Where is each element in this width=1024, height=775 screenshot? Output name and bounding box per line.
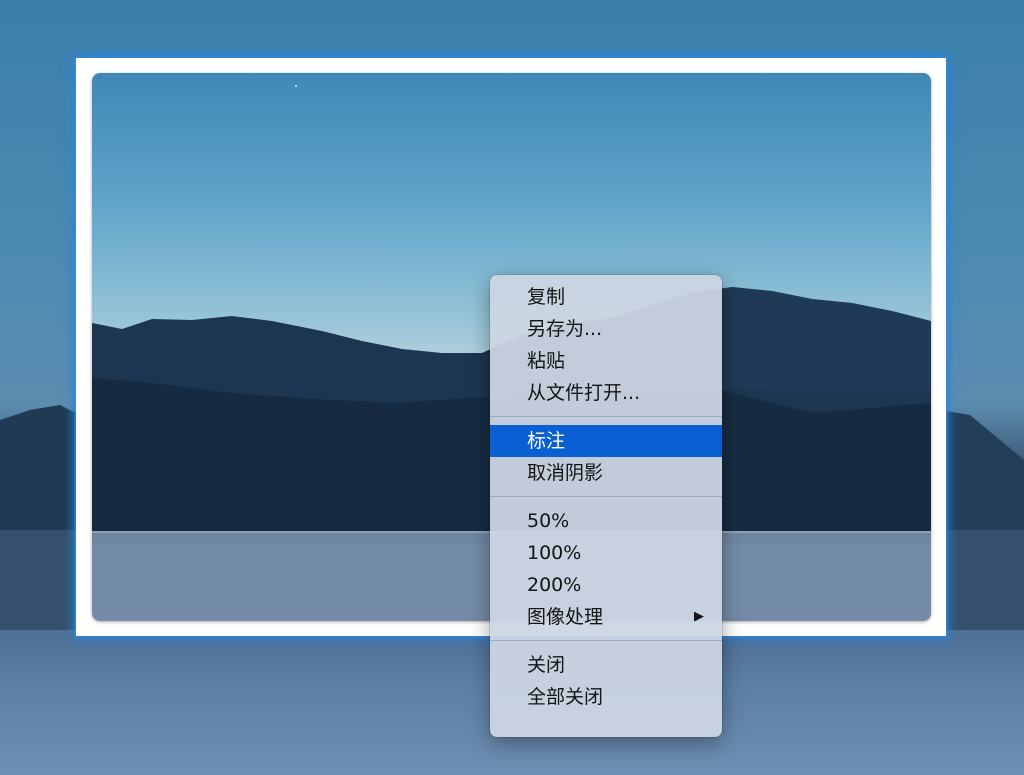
menu-item[interactable]: 复制 bbox=[490, 281, 722, 313]
menu-item[interactable]: 从文件打开... bbox=[490, 377, 722, 409]
menu-item[interactable]: 标注 bbox=[490, 425, 722, 457]
menu-item-label: 100% bbox=[527, 542, 582, 564]
menu-item[interactable]: 粘贴 bbox=[490, 345, 722, 377]
menu-item-label: 全部关闭 bbox=[527, 686, 604, 708]
menu-separator bbox=[490, 640, 722, 641]
menu-item[interactable]: 50% bbox=[490, 505, 722, 537]
triangle-right-icon: ▶ bbox=[694, 609, 704, 624]
menu-item-label: 取消阴影 bbox=[527, 462, 604, 484]
menu-separator bbox=[490, 416, 722, 417]
menu-item-label: 粘贴 bbox=[527, 350, 566, 372]
menu-item[interactable]: 取消阴影 bbox=[490, 457, 722, 489]
menu-item[interactable]: 100% bbox=[490, 537, 722, 569]
menu-item-label: 另存为... bbox=[527, 318, 603, 340]
menu-item-label: 标注 bbox=[527, 430, 566, 452]
menu-item[interactable]: 200% bbox=[490, 569, 722, 601]
menu-item-label: 关闭 bbox=[527, 654, 566, 676]
menu-item[interactable]: 另存为... bbox=[490, 313, 722, 345]
menu-item-label: 图像处理 bbox=[527, 606, 604, 628]
menu-item-label: 复制 bbox=[527, 286, 566, 308]
menu-separator bbox=[490, 496, 722, 497]
menu-item[interactable]: 全部关闭 bbox=[490, 681, 722, 713]
menu-item-label: 200% bbox=[527, 574, 582, 596]
menu-item-label: 从文件打开... bbox=[527, 382, 641, 404]
menu-item[interactable]: 关闭 bbox=[490, 649, 722, 681]
menu-item-label: 50% bbox=[527, 510, 570, 532]
menu-item[interactable]: 图像处理 ▶ bbox=[490, 601, 722, 633]
context-menu: 复制另存为... 粘贴从文件打开... 标注取消阴影 50% 100% 200% 图像处理 ▶… bbox=[490, 275, 722, 737]
